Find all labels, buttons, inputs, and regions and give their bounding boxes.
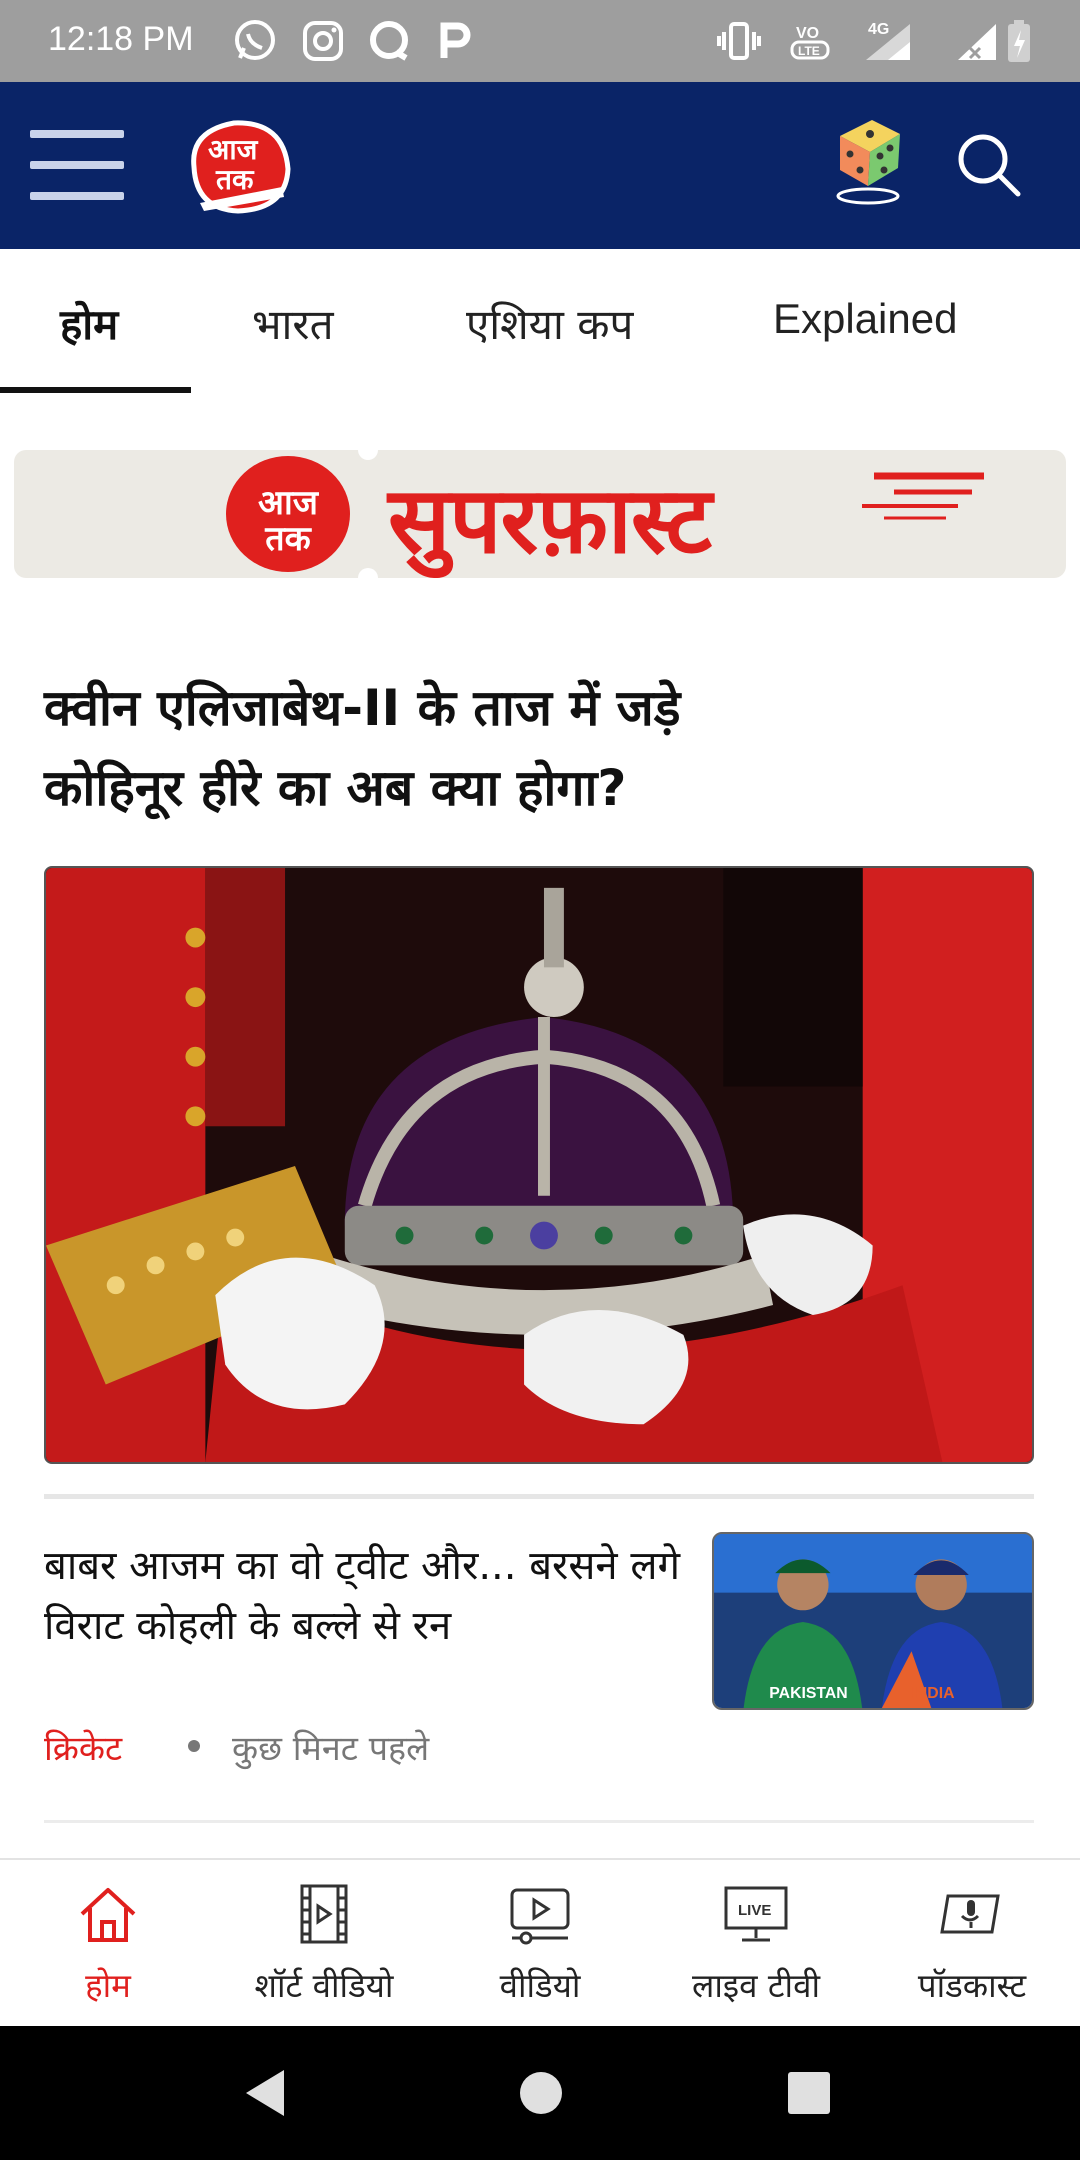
svg-text:LTE: LTE xyxy=(798,44,820,58)
svg-text:तक: तक xyxy=(215,163,255,196)
nav-video[interactable]: वीडियो xyxy=(432,1860,648,2028)
home-icon xyxy=(80,1888,136,1942)
lead-story-image[interactable] xyxy=(44,866,1034,1464)
volte-icon: VO LTE xyxy=(788,18,834,64)
nav-home-label: होम xyxy=(85,1966,131,2005)
aajtak-logo[interactable]: आज तक xyxy=(186,117,292,215)
story-thumbnail[interactable]: PAKISTAN INDIA xyxy=(712,1532,1034,1710)
banner-title: सुपरफ़ास्ट xyxy=(388,467,712,574)
nav-home[interactable]: होम xyxy=(0,1860,216,2028)
dice-icon[interactable] xyxy=(832,114,906,206)
tab-asia-cup[interactable]: एशिया कप xyxy=(466,295,633,352)
vibrate-icon xyxy=(716,18,762,64)
banner-notch xyxy=(358,450,378,460)
home-button-icon[interactable] xyxy=(518,2070,564,2116)
chat-icon xyxy=(366,18,412,64)
separator-dot xyxy=(188,1740,200,1752)
svg-text:LIVE: LIVE xyxy=(738,1902,771,1919)
podcast-icon xyxy=(940,1894,1000,1934)
banner-logo: आज तक xyxy=(226,456,350,572)
status-time: 12:18 PM xyxy=(48,20,194,58)
banner-logo-line2: तक xyxy=(265,519,311,559)
speed-lines-icon xyxy=(862,472,984,520)
p-icon xyxy=(432,18,478,64)
signal-x-icon xyxy=(954,18,1000,64)
story-title[interactable]: बाबर आजम का वो ट्वीट और... बरसने लगे विर… xyxy=(44,1536,684,1656)
instagram-icon xyxy=(300,18,346,64)
section-divider xyxy=(44,1494,1034,1499)
nav-podcast-label: पॉडकास्ट xyxy=(917,1966,1027,2005)
superfast-banner[interactable]: आज तक सुपरफ़ास्ट xyxy=(14,450,1066,578)
nav-live-tv-label: लाइव टीवी xyxy=(691,1966,821,2005)
category-tabs: होम भारत एशिया कप Explained xyxy=(0,249,1080,395)
tab-explained[interactable]: Explained xyxy=(773,295,957,343)
story-category[interactable]: क्रिकेट xyxy=(44,1724,122,1770)
active-tab-indicator xyxy=(0,387,191,393)
live-tv-icon: LIVE xyxy=(724,1886,788,1942)
nav-live-tv[interactable]: LIVE लाइव टीवी xyxy=(648,1860,864,2028)
signal-icon: 4G xyxy=(858,18,918,64)
svg-text:PAKISTAN: PAKISTAN xyxy=(769,1685,847,1702)
lead-headline[interactable]: क्वीन एलिजाबेथ-II के ताज में जड़े कोहिनू… xyxy=(44,668,804,828)
tab-bharat[interactable]: भारत xyxy=(252,295,334,352)
nav-video-label: वीडियो xyxy=(499,1966,581,2005)
battery-icon xyxy=(1004,18,1034,64)
section-divider xyxy=(44,1820,1034,1823)
bottom-navigation: होम शॉर्ट वीडियो वीडियो LIVE लाइव टीवी प… xyxy=(0,1858,1080,2026)
system-navigation-bar xyxy=(0,2026,1080,2160)
banner-notch xyxy=(358,568,378,578)
svg-text:आज: आज xyxy=(208,133,259,166)
back-icon[interactable] xyxy=(240,2066,290,2120)
svg-text:4G: 4G xyxy=(868,21,889,38)
menu-icon[interactable] xyxy=(30,130,124,200)
status-bar: 12:18 PM VO LTE 4G xyxy=(0,0,1080,82)
nav-podcast[interactable]: पॉडकास्ट xyxy=(864,1860,1080,2028)
svg-text:INDIA: INDIA xyxy=(912,1685,955,1702)
short-video-icon xyxy=(300,1884,348,1944)
app-header: आज तक xyxy=(0,82,1080,249)
video-icon xyxy=(510,1888,570,1945)
story-time: कुछ मिनट पहले xyxy=(232,1729,430,1769)
recents-icon[interactable] xyxy=(786,2070,832,2116)
whatsapp-icon xyxy=(232,18,278,64)
nav-short-video[interactable]: शॉर्ट वीडियो xyxy=(216,1860,432,2028)
nav-short-video-label: शॉर्ट वीडियो xyxy=(254,1966,394,2005)
search-icon[interactable] xyxy=(956,132,1022,198)
tab-home[interactable]: होम xyxy=(60,295,118,352)
svg-text:VO: VO xyxy=(796,25,819,42)
